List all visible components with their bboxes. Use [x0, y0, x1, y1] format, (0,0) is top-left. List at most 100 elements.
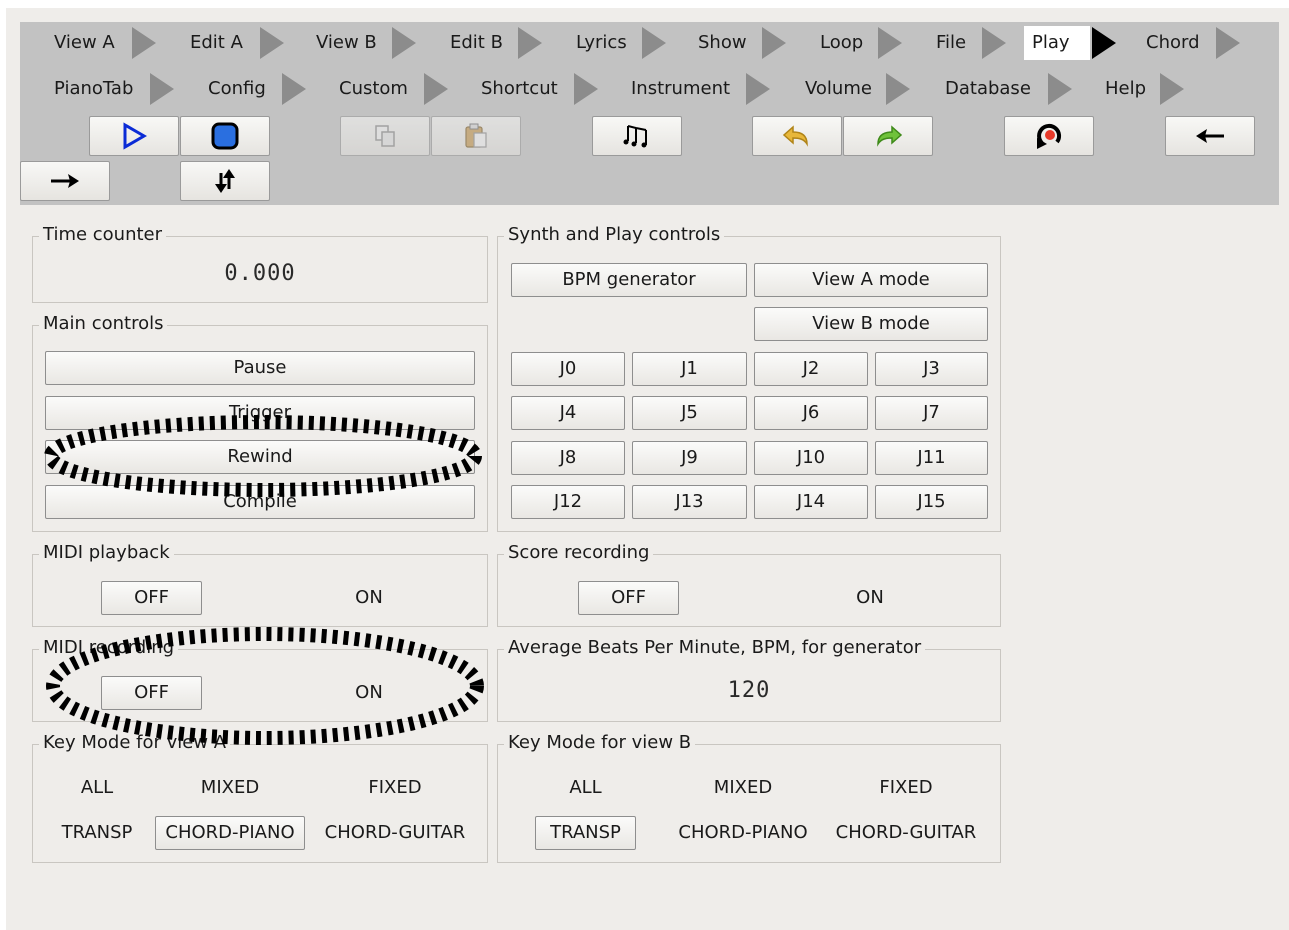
- key-mode-b-chord-guitar[interactable]: CHORD-GUITAR: [826, 816, 986, 850]
- pause-button[interactable]: Pause: [45, 351, 475, 385]
- jump-button-j4[interactable]: J4: [511, 396, 625, 430]
- time-counter-display: 0.000: [224, 261, 296, 286]
- tab-volume[interactable]: Volume: [797, 72, 880, 106]
- tab-arrow-icon: [886, 73, 910, 105]
- avg-bpm-display: 120: [727, 678, 771, 703]
- trigger-button[interactable]: Trigger: [45, 396, 475, 430]
- jump-button-j0[interactable]: J0: [511, 352, 625, 386]
- tab-shortcut[interactable]: Shortcut: [473, 72, 566, 106]
- jump-button-j13[interactable]: J13: [632, 485, 747, 519]
- midi-recording-off-button[interactable]: OFF: [101, 676, 202, 710]
- jump-button-j7[interactable]: J7: [875, 396, 988, 430]
- tab-view-b[interactable]: View B: [308, 26, 385, 60]
- paste-icon: [465, 123, 487, 148]
- view-b-mode-button[interactable]: View B mode: [754, 307, 988, 341]
- jump-button-j9[interactable]: J9: [632, 441, 747, 475]
- key-mode-a-all[interactable]: ALL: [41, 771, 153, 805]
- main-controls-group: Main controls Pause Trigger Rewind Compi…: [32, 312, 488, 532]
- tab-arrow-icon: [282, 73, 306, 105]
- jump-button-j2[interactable]: J2: [754, 352, 868, 386]
- tab-chord[interactable]: Chord: [1138, 26, 1208, 60]
- key-mode-a-chord-piano[interactable]: CHORD-PIANO: [155, 816, 305, 850]
- score-recording-on-button[interactable]: ON: [820, 581, 920, 615]
- arrow-right-icon: [51, 174, 79, 188]
- jump-button-j1[interactable]: J1: [632, 352, 747, 386]
- jump-button-j3[interactable]: J3: [875, 352, 988, 386]
- tab-custom[interactable]: Custom: [331, 72, 416, 106]
- rewind-loop-icon: [1037, 123, 1062, 149]
- copy-icon: [375, 125, 395, 147]
- key-mode-b-chord-piano[interactable]: CHORD-PIANO: [668, 816, 818, 850]
- notes-icon: [623, 125, 647, 148]
- swap-vertical-button[interactable]: [180, 161, 270, 201]
- midi-recording-group: MIDI recording OFF ON: [32, 636, 488, 722]
- tab-arrow-icon: [982, 27, 1006, 59]
- key-mode-b-all[interactable]: ALL: [535, 771, 636, 805]
- tab-database[interactable]: Database: [937, 72, 1039, 106]
- tab-arrow-icon: [424, 73, 448, 105]
- tab-config[interactable]: Config: [200, 72, 274, 106]
- undo-icon: [782, 125, 808, 147]
- score-recording-off-button[interactable]: OFF: [578, 581, 679, 615]
- tab-arrow-icon: [574, 73, 598, 105]
- jump-button-j8[interactable]: J8: [511, 441, 625, 475]
- paste-button[interactable]: [431, 116, 521, 156]
- key-mode-a-transp[interactable]: TRANSP: [41, 816, 153, 850]
- score-recording-group: Score recording OFF ON: [497, 541, 1001, 627]
- key-mode-a-chord-guitar[interactable]: CHORD-GUITAR: [315, 816, 475, 850]
- key-mode-a-fixed[interactable]: FIXED: [315, 771, 475, 805]
- stop-button[interactable]: [180, 116, 270, 156]
- tab-edit-b[interactable]: Edit B: [442, 26, 511, 60]
- key-mode-a-group: Key Mode for view A ALL MIXED FIXED TRAN…: [32, 731, 488, 863]
- key-mode-b-fixed[interactable]: FIXED: [826, 771, 986, 805]
- tab-arrow-icon: [1216, 27, 1240, 59]
- redo-button[interactable]: [843, 116, 933, 156]
- midi-playback-on-button[interactable]: ON: [313, 581, 425, 615]
- tab-arrow-icon: [1160, 73, 1184, 105]
- stop-icon: [211, 122, 239, 150]
- jump-button-j14[interactable]: J14: [754, 485, 868, 519]
- key-mode-b-mixed[interactable]: MIXED: [668, 771, 818, 805]
- tab-lyrics[interactable]: Lyrics: [568, 26, 635, 60]
- tab-edit-a[interactable]: Edit A: [182, 26, 251, 60]
- jump-button-j10[interactable]: J10: [754, 441, 868, 475]
- notes-button[interactable]: [592, 116, 682, 156]
- tab-file[interactable]: File: [928, 26, 974, 60]
- tab-play[interactable]: Play: [1024, 26, 1090, 60]
- app-window: View A Edit A View B Edit B Lyrics Show …: [6, 8, 1289, 930]
- key-mode-b-transp[interactable]: TRANSP: [535, 816, 636, 850]
- tab-arrow-icon: [762, 27, 786, 59]
- tab-view-a[interactable]: View A: [46, 26, 123, 60]
- key-mode-a-title: Key Mode for view A: [39, 731, 231, 755]
- play-icon: [123, 122, 147, 150]
- rewind-loop-button[interactable]: [1004, 116, 1094, 156]
- play-button[interactable]: [89, 116, 179, 156]
- arrow-right-button[interactable]: [20, 161, 110, 201]
- synth-play-group: Synth and Play controls BPM generator Vi…: [497, 223, 1001, 532]
- jump-button-j15[interactable]: J15: [875, 485, 988, 519]
- jump-button-j5[interactable]: J5: [632, 396, 747, 430]
- key-mode-a-mixed[interactable]: MIXED: [155, 771, 305, 805]
- tab-show[interactable]: Show: [690, 26, 755, 60]
- jump-button-j12[interactable]: J12: [511, 485, 625, 519]
- arrow-left-button[interactable]: [1165, 116, 1255, 156]
- key-mode-b-title: Key Mode for view B: [504, 731, 696, 755]
- undo-button[interactable]: [752, 116, 842, 156]
- tab-arrow-icon: [150, 73, 174, 105]
- bpm-generator-button[interactable]: BPM generator: [511, 263, 747, 297]
- tab-pianotab[interactable]: PianoTab: [46, 72, 141, 106]
- view-a-mode-button[interactable]: View A mode: [754, 263, 988, 297]
- jump-button-j6[interactable]: J6: [754, 396, 868, 430]
- jump-button-j11[interactable]: J11: [875, 441, 988, 475]
- midi-recording-on-button[interactable]: ON: [313, 676, 425, 710]
- midi-playback-off-button[interactable]: OFF: [101, 581, 202, 615]
- compile-button[interactable]: Compile: [45, 485, 475, 519]
- time-counter-group: Time counter 0.000: [32, 223, 488, 303]
- swap-vertical-icon: [215, 169, 235, 193]
- tab-loop[interactable]: Loop: [812, 26, 871, 60]
- rewind-button[interactable]: Rewind: [45, 440, 475, 474]
- copy-button[interactable]: [340, 116, 430, 156]
- tab-instrument[interactable]: Instrument: [623, 72, 738, 106]
- tab-help[interactable]: Help: [1097, 72, 1154, 106]
- tab-arrow-active-icon: [1092, 27, 1116, 59]
